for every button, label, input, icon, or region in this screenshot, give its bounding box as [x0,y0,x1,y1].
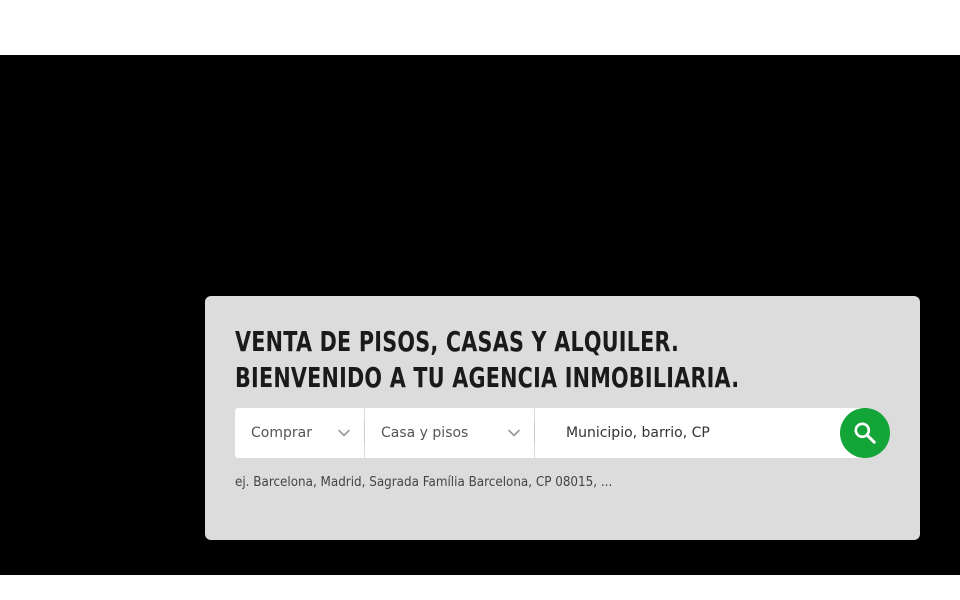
headline-line-1: Venta de pisos, casas y alquiler. [235,325,680,358]
search-button[interactable] [840,408,890,458]
headline-line-2: Bienvenido a tu agencia inmobiliaria. [235,361,740,394]
property-type-select[interactable]: Casa y pisos [365,408,534,458]
top-header-bar [0,0,960,55]
search-icon [854,422,876,444]
bottom-content-area [0,575,960,600]
chevron-down-icon [338,429,350,437]
location-input[interactable] [535,408,865,458]
hero-headline: Venta de pisos, casas y alquiler. Bienve… [235,324,739,396]
operation-select[interactable]: Comprar [235,408,364,458]
property-type-select-value: Casa y pisos [381,425,469,441]
search-form: Comprar Casa y pisos [235,408,890,458]
operation-select-value: Comprar [251,425,312,441]
search-hint: ej. Barcelona, Madrid, Sagrada Família B… [235,475,613,490]
search-card: Venta de pisos, casas y alquiler. Bienve… [205,296,920,540]
chevron-down-icon [508,429,520,437]
